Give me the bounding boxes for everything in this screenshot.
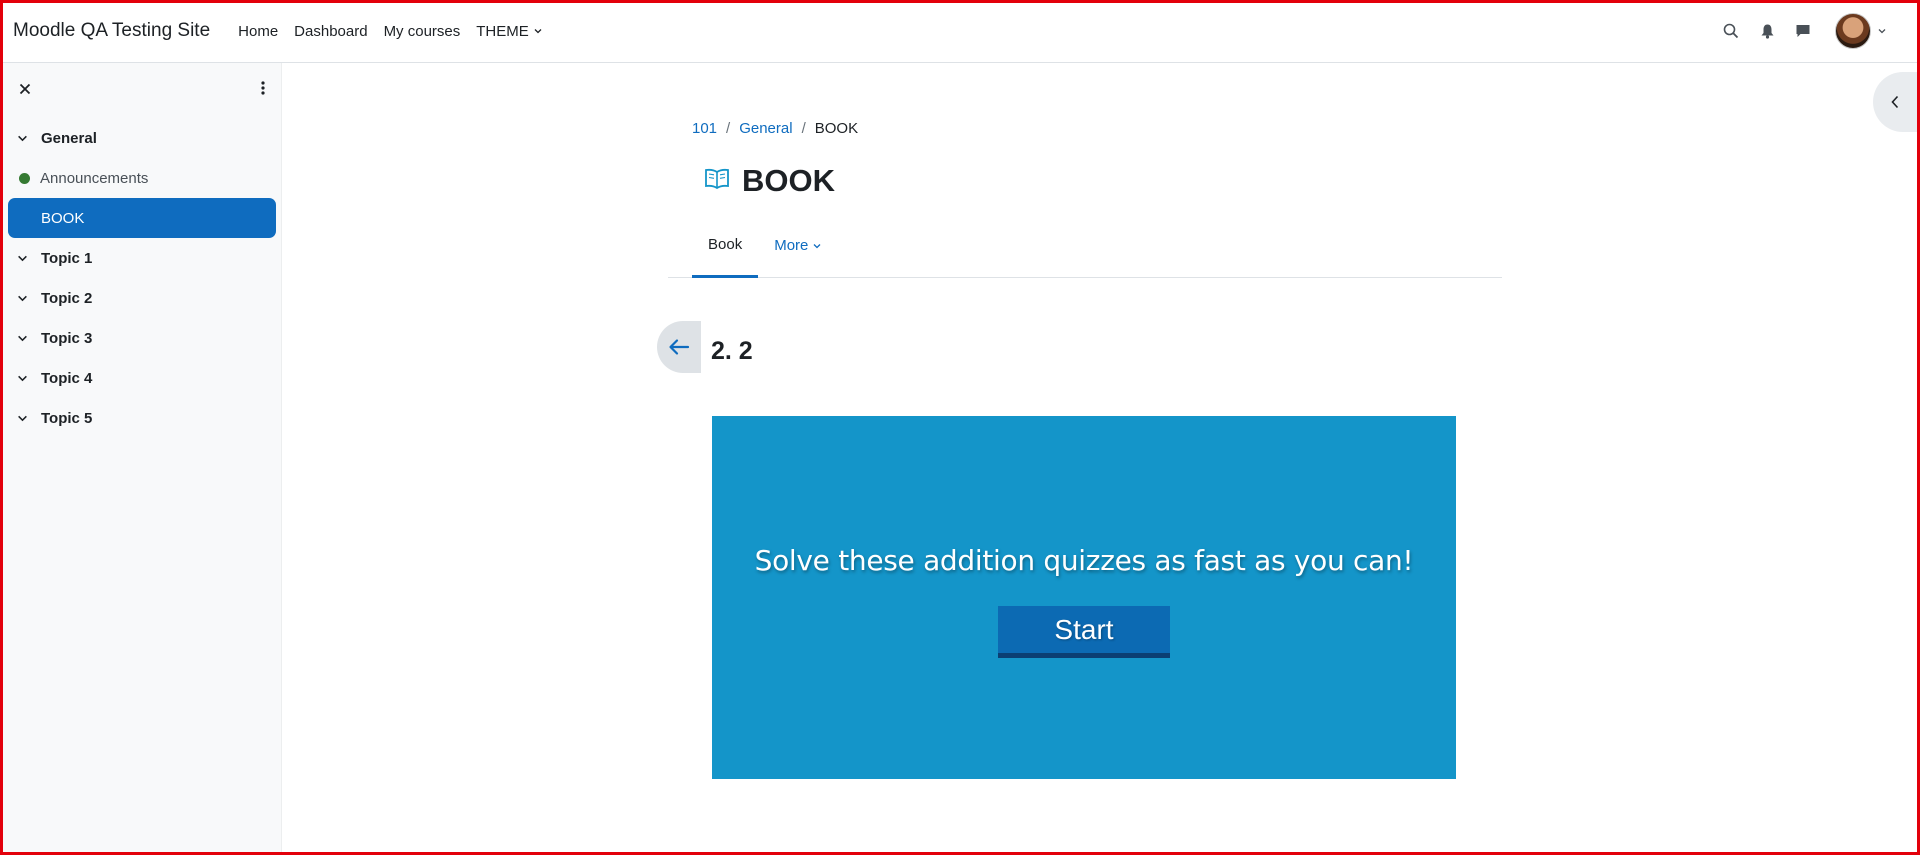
sidebar-section-topic-1[interactable]: Topic 1	[3, 238, 281, 278]
sidebar-section-label: Topic 3	[41, 329, 93, 347]
sidebar-section-label: Topic 1	[41, 249, 93, 267]
tab-more-label: More	[774, 237, 809, 254]
chevron-down-icon[interactable]	[1877, 26, 1887, 36]
secondary-navigation: Book More	[668, 214, 1502, 278]
sidebar-item-label: BOOK	[41, 209, 85, 227]
chevron-down-icon	[534, 29, 542, 34]
chevron-down-icon[interactable]	[17, 133, 33, 144]
chevron-down-icon	[813, 243, 821, 248]
close-icon[interactable]	[19, 82, 31, 100]
sidebar-section-label: Topic 2	[41, 289, 93, 307]
top-navbar: Moodle QA Testing Site Home Dashboard My…	[0, 0, 1920, 63]
main-content: 101 / General / BOOK BOOK Book More 2. 2…	[282, 63, 1920, 852]
sidebar-section-label: Topic 5	[41, 409, 93, 427]
breadcrumb-current: BOOK	[814, 120, 859, 137]
sidebar-section-label: General	[41, 129, 97, 147]
tab-book[interactable]: Book	[692, 214, 759, 278]
page-header: BOOK	[704, 163, 835, 199]
nav-theme-dropdown[interactable]: THEME	[476, 23, 543, 40]
sidebar-section-topic-5[interactable]: Topic 5	[3, 398, 281, 438]
site-brand[interactable]: Moodle QA Testing Site	[13, 20, 210, 42]
previous-chapter-button[interactable]	[657, 321, 701, 373]
chat-icon[interactable]	[1785, 13, 1821, 49]
chevron-left-icon	[1891, 95, 1899, 109]
sidebar-section-label: Topic 4	[41, 369, 93, 387]
breadcrumb-separator: /	[726, 120, 731, 137]
h5p-activity-panel: Solve these addition quizzes as fast as …	[712, 416, 1456, 779]
nav-my-courses[interactable]: My courses	[384, 23, 461, 40]
completion-status-dot	[19, 172, 30, 184]
arrow-left-icon	[669, 339, 690, 355]
book-icon	[704, 168, 730, 195]
nav-theme-label: THEME	[476, 22, 529, 40]
course-index-drawer: General Announcements BOOK Topic 1 Topic…	[3, 63, 282, 852]
search-icon[interactable]	[1713, 13, 1749, 49]
user-avatar[interactable]	[1835, 13, 1871, 49]
page-title: BOOK	[742, 163, 835, 198]
tab-more[interactable]: More	[758, 214, 838, 278]
breadcrumb-link-course[interactable]: 101	[692, 120, 717, 137]
nav-dashboard[interactable]: Dashboard	[294, 23, 367, 40]
breadcrumb-separator: /	[801, 120, 806, 137]
bell-icon[interactable]	[1749, 13, 1785, 49]
chevron-down-icon[interactable]	[17, 413, 33, 424]
sidebar-section-topic-2[interactable]: Topic 2	[3, 278, 281, 318]
nav-right-tools	[1713, 13, 1907, 49]
h5p-intro-text: Solve these addition quizzes as fast as …	[754, 544, 1414, 577]
chevron-down-icon[interactable]	[17, 333, 33, 344]
start-button[interactable]: Start	[998, 606, 1170, 658]
sidebar-item-book[interactable]: BOOK	[8, 198, 276, 238]
sidebar-item-label: Announcements	[40, 169, 149, 187]
sidebar-section-topic-4[interactable]: Topic 4	[3, 358, 281, 398]
drawer-header	[3, 63, 281, 118]
breadcrumb: 101 / General / BOOK	[692, 120, 858, 137]
kebab-menu-icon[interactable]	[261, 81, 265, 100]
chevron-down-icon[interactable]	[17, 253, 33, 264]
sidebar-item-announcements[interactable]: Announcements	[3, 158, 281, 198]
nav-home[interactable]: Home	[238, 23, 278, 40]
sidebar-section-general[interactable]: General	[3, 118, 281, 158]
chapter-title: 2. 2	[711, 337, 753, 365]
chevron-down-icon[interactable]	[17, 373, 33, 384]
sidebar-section-topic-3[interactable]: Topic 3	[3, 318, 281, 358]
breadcrumb-link-general[interactable]: General	[739, 120, 792, 137]
chevron-down-icon[interactable]	[17, 293, 33, 304]
